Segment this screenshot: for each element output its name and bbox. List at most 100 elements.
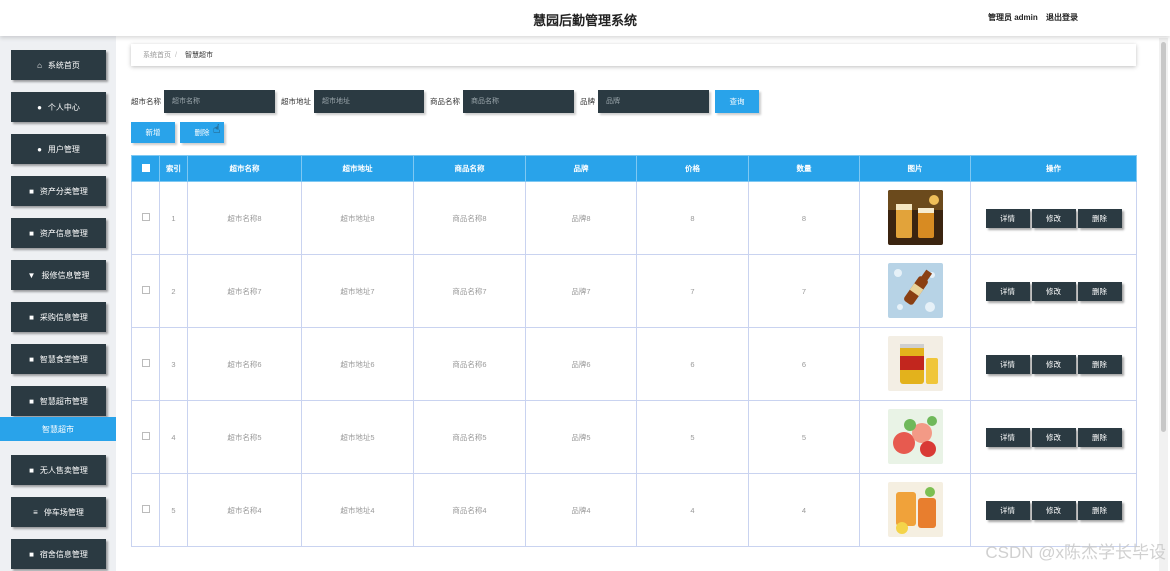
search-button[interactable]: 查询	[715, 89, 759, 113]
header-market-address: 超市地址	[301, 155, 414, 182]
scrollbar-thumb[interactable]	[1161, 42, 1166, 432]
product-image	[887, 481, 943, 539]
brand-input[interactable]	[598, 89, 709, 113]
edit-button[interactable]: 修改	[1031, 208, 1076, 228]
cell-brand: 品牌7	[525, 254, 637, 328]
user-manage-icon: ●	[37, 144, 42, 154]
row-checkbox[interactable]	[141, 505, 150, 513]
store-icon: ■	[29, 396, 34, 406]
cell-image	[859, 327, 971, 401]
cell-index: 5	[159, 473, 188, 547]
cell-image	[859, 400, 971, 474]
sidebar-item-10[interactable]: ≡ 停车场管理	[11, 497, 106, 527]
cell-market-address: 超市地址8	[301, 181, 414, 255]
row-select-cell[interactable]	[131, 181, 160, 255]
sidebar-item-9[interactable]: ■ 无人售卖管理	[11, 455, 106, 485]
card-icon: ■	[29, 549, 34, 559]
sidebar-item-5[interactable]: ▼ 报修信息管理	[11, 260, 106, 290]
sidebar-item-3[interactable]: ■ 资产分类管理	[11, 176, 106, 206]
sidebar-item-2[interactable]: ● 用户管理	[11, 134, 106, 164]
delete-button[interactable]: 删除	[1077, 427, 1122, 447]
delete-button[interactable]: 删除	[1077, 500, 1122, 520]
delete-button[interactable]: 删除	[1077, 354, 1122, 374]
header-brand: 品牌	[525, 155, 637, 182]
cell-index: 4	[159, 400, 188, 474]
delete-button[interactable]: 删除	[1077, 281, 1122, 301]
edit-button[interactable]: 修改	[1031, 281, 1076, 301]
hand-cursor-icon: ☝	[213, 122, 221, 136]
select-all-checkbox[interactable]	[141, 163, 150, 172]
search-label-market-name: 超市名称	[131, 96, 161, 106]
detail-button[interactable]: 详情	[985, 354, 1030, 374]
header-quantity: 数量	[748, 155, 860, 182]
cell-product-name: 商品名称7	[413, 254, 526, 328]
sidebar: ⌂ 系统首页 ● 个人中心 ● 用户管理 ■ 资产分类管理 ■ 资产信息管理 ▼ 报修信息管理 ■ 采购信…	[0, 36, 116, 571]
cell-actions: 详情 修改 删除	[970, 473, 1137, 547]
delete-button[interactable]: 删除	[1077, 208, 1122, 228]
breadcrumb-home[interactable]: 系统首页	[143, 52, 171, 59]
search-label-brand: 品牌	[580, 96, 595, 106]
product-name-input[interactable]	[463, 89, 574, 113]
row-checkbox[interactable]	[141, 213, 150, 221]
header-index: 索引	[159, 155, 188, 182]
cell-brand: 品牌4	[525, 473, 637, 547]
cell-actions: 详情 修改 删除	[970, 400, 1137, 474]
cell-quantity: 4	[748, 473, 860, 547]
sidebar-item-6[interactable]: ■ 采购信息管理	[11, 302, 106, 332]
row-select-cell[interactable]	[131, 254, 160, 328]
sidebar-item-0[interactable]: ⌂ 系统首页	[11, 50, 106, 80]
market-name-input[interactable]	[164, 89, 275, 113]
cell-brand: 品牌5	[525, 400, 637, 474]
cell-market-name: 超市名称4	[187, 473, 302, 547]
grid-icon: ■	[29, 354, 34, 364]
cell-price: 5	[636, 400, 749, 474]
cell-product-name: 商品名称6	[413, 327, 526, 401]
user-area: 管理员 admin 退出登录	[982, 12, 1078, 23]
header-market-name: 超市名称	[187, 155, 302, 182]
cell-actions: 详情 修改 删除	[970, 181, 1137, 255]
row-select-cell[interactable]	[131, 473, 160, 547]
edit-button[interactable]: 修改	[1031, 354, 1076, 374]
search-label-market-address: 超市地址	[281, 96, 311, 106]
cell-price: 6	[636, 327, 749, 401]
sidebar-item-1[interactable]: ● 个人中心	[11, 92, 106, 122]
row-select-cell[interactable]	[131, 327, 160, 401]
edit-button[interactable]: 修改	[1031, 427, 1076, 447]
cell-market-address: 超市地址6	[301, 327, 414, 401]
sidebar-item-4[interactable]: ■ 资产信息管理	[11, 218, 106, 248]
grid-icon: ■	[29, 228, 34, 238]
sidebar-item-label: 智慧超市管理	[39, 396, 88, 406]
cell-market-address: 超市地址4	[301, 473, 414, 547]
sidebar-item-8[interactable]: ■ 智慧超市管理	[11, 386, 106, 416]
row-select-cell[interactable]	[131, 400, 160, 474]
market-address-input[interactable]	[314, 89, 424, 113]
grid-icon: ■	[29, 465, 34, 475]
row-checkbox[interactable]	[141, 359, 150, 367]
row-checkbox[interactable]	[141, 286, 150, 294]
user-icon: ●	[37, 102, 42, 112]
cell-index: 1	[159, 181, 188, 255]
detail-button[interactable]: 详情	[985, 427, 1030, 447]
cell-index: 3	[159, 327, 188, 401]
cell-market-name: 超市名称8	[187, 181, 302, 255]
sidebar-item-label: 报修信息管理	[41, 270, 90, 280]
list-icon: ≡	[33, 507, 38, 517]
sidebar-item-7[interactable]: ■ 智慧食堂管理	[11, 344, 106, 374]
cell-actions: 详情 修改 删除	[970, 254, 1137, 328]
detail-button[interactable]: 详情	[985, 281, 1030, 301]
row-checkbox[interactable]	[141, 432, 150, 440]
edit-button[interactable]: 修改	[1031, 500, 1076, 520]
sidebar-subitem-smart-market[interactable]: 智慧超市	[0, 417, 116, 441]
sidebar-item-11[interactable]: ■ 宿舍信息管理	[11, 539, 106, 569]
cell-market-address: 超市地址7	[301, 254, 414, 328]
product-image	[887, 335, 943, 393]
page-scrollbar[interactable]	[1159, 38, 1168, 571]
detail-button[interactable]: 详情	[985, 208, 1030, 228]
detail-button[interactable]: 详情	[985, 500, 1030, 520]
add-button[interactable]: 新增	[131, 122, 175, 143]
header-select-all[interactable]	[131, 155, 160, 182]
logout-link[interactable]: 退出登录	[1046, 13, 1078, 22]
header-price: 价格	[636, 155, 749, 182]
sidebar-item-label: 无人售卖管理	[39, 465, 88, 475]
wrench-icon: ▼	[27, 270, 36, 280]
